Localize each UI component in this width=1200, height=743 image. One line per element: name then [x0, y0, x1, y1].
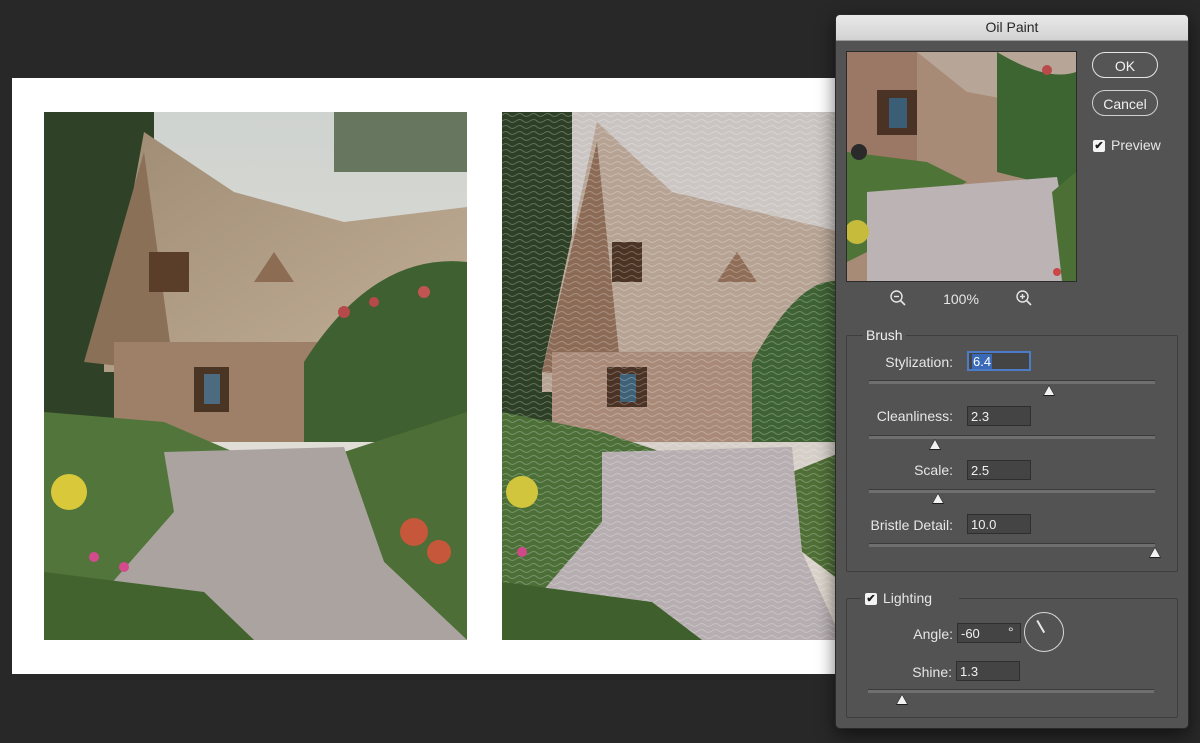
oil-paint-dialog: Oil Paint OK Cancel ✔ Preview 100% Brush…: [835, 14, 1189, 729]
original-photo: [44, 112, 467, 640]
angle-dial[interactable]: [1024, 612, 1064, 652]
angle-dial-needle: [1036, 620, 1045, 634]
bristle-detail-label: Bristle Detail:: [870, 517, 953, 533]
zoom-level: 100%: [943, 291, 979, 307]
zoom-in-icon: [1016, 290, 1032, 306]
zoom-out-icon: [890, 290, 906, 306]
bristle-detail-input[interactable]: 10.0: [967, 514, 1031, 534]
lighting-checkbox[interactable]: ✔: [865, 593, 877, 605]
scale-label: Scale:: [914, 462, 953, 478]
stylization-label: Stylization:: [885, 354, 953, 370]
cleanliness-label: Cleanliness:: [876, 408, 953, 424]
zoom-out-button[interactable]: [889, 289, 907, 307]
cleanliness-slider-thumb[interactable]: [928, 439, 941, 450]
zoom-in-button[interactable]: [1015, 289, 1033, 307]
stylization-slider-track[interactable]: [869, 380, 1155, 384]
scale-slider-thumb[interactable]: [931, 493, 944, 504]
brush-group: Brush Stylization: 6.4 Cleanliness: 2.3 …: [846, 327, 1178, 572]
ok-button[interactable]: OK: [1092, 52, 1158, 78]
preview-checkbox[interactable]: ✔: [1093, 140, 1105, 152]
cleanliness-slider-track[interactable]: [869, 435, 1155, 439]
stylization-slider-thumb[interactable]: [1043, 385, 1056, 396]
scale-slider-track[interactable]: [869, 489, 1155, 493]
cancel-button[interactable]: Cancel: [1092, 90, 1158, 116]
dialog-title: Oil Paint: [836, 15, 1188, 41]
bristle-detail-slider-thumb[interactable]: [1149, 547, 1161, 558]
lighting-label: Lighting: [883, 590, 933, 606]
angle-degree-symbol: °: [1008, 624, 1014, 640]
preview-thumbnail[interactable]: [846, 51, 1077, 282]
angle-label: Angle:: [913, 626, 953, 642]
stylization-value: 6.4: [972, 354, 993, 369]
stylization-input[interactable]: 6.4: [967, 351, 1031, 371]
preview-label: Preview: [1111, 137, 1161, 153]
cleanliness-input[interactable]: 2.3: [967, 406, 1031, 426]
oil-painted-photo: [502, 112, 842, 640]
scale-input[interactable]: 2.5: [967, 460, 1031, 480]
lighting-group: ✔ Lighting Angle: -60: [846, 589, 1178, 718]
checkmark-icon: ✔: [866, 593, 876, 605]
lighting-group-header: ✔ Lighting: [861, 589, 959, 609]
brush-group-title: Brush: [863, 327, 906, 343]
checkmark-icon: ✔: [1094, 140, 1104, 152]
bristle-detail-slider-track[interactable]: [869, 543, 1155, 547]
